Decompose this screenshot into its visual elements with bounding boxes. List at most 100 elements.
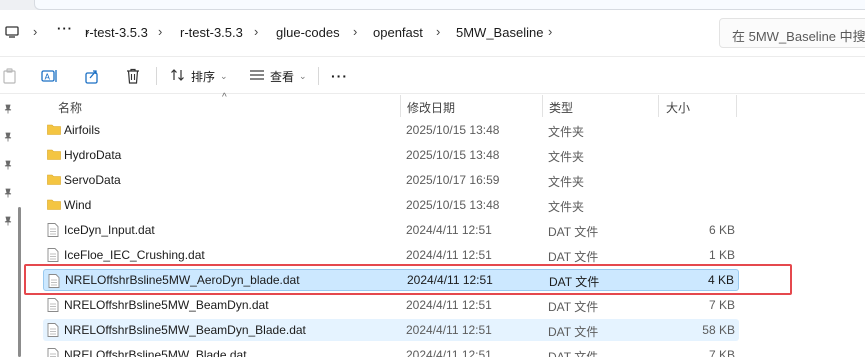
view-icon — [249, 69, 265, 84]
address-bar: › ··· › r-test-3.5.3 › r-test-3.5.3 › gl… — [0, 12, 865, 54]
file-size: 6 KB — [708, 223, 735, 237]
file-size: 58 KB — [702, 323, 735, 337]
chevron-right-icon[interactable]: › — [436, 24, 440, 39]
file-name: ServoData — [64, 173, 121, 187]
breadcrumb-item-1[interactable]: r-test-3.5.3 — [180, 25, 243, 40]
file-name: Wind — [64, 198, 92, 212]
breadcrumb-item-0[interactable]: r-test-3.5.3 — [85, 25, 148, 40]
column-divider[interactable] — [736, 95, 737, 117]
file-type: DAT 文件 — [548, 325, 599, 339]
column-header-name[interactable]: 名称 — [58, 99, 82, 116]
column-header-type[interactable]: 类型 — [549, 99, 573, 116]
tab-strip — [0, 0, 865, 10]
file-size: 1 KB — [708, 248, 735, 262]
rename-icon[interactable]: A — [40, 66, 60, 86]
folder-icon — [47, 173, 61, 187]
list-item[interactable]: HydroData 2025/10/15 13:48 文件夹 — [43, 144, 739, 166]
list-item-hover[interactable]: NRELOffshrBsline5MW_BeamDyn_Blade.dat 20… — [43, 319, 739, 341]
file-modified: 2025/10/15 13:48 — [406, 123, 500, 137]
column-header-modified[interactable]: 修改日期 — [407, 99, 455, 116]
chevron-right-icon[interactable]: › — [548, 24, 552, 39]
breadcrumb-more[interactable]: ··· — [57, 21, 73, 36]
file-size: 4 KB — [707, 273, 734, 287]
folder-icon — [47, 198, 61, 212]
pin-icon[interactable] — [2, 187, 14, 199]
list-item[interactable]: Wind 2025/10/15 13:48 文件夹 — [43, 194, 739, 216]
file-type: 文件夹 — [548, 150, 585, 164]
more-options-button[interactable]: ··· — [331, 64, 348, 88]
chevron-down-icon: ⌄ — [299, 70, 307, 81]
search-input[interactable]: 在 5MW_Baseline 中搜索 — [719, 18, 865, 48]
file-name: NRELOffshrBsline5MW_Blade.dat — [64, 348, 247, 357]
file-name: NRELOffshrBsline5MW_BeamDyn.dat — [64, 298, 269, 312]
list-item[interactable]: ServoData 2025/10/17 16:59 文件夹 — [43, 169, 739, 191]
file-type: DAT 文件 — [549, 275, 600, 289]
column-header-row: ^ 名称 修改日期 类型 大小 — [30, 92, 865, 117]
chevron-right-icon[interactable]: › — [254, 24, 258, 39]
file-modified: 2024/4/11 12:51 — [406, 348, 492, 357]
list-item[interactable]: Airfoils 2025/10/15 13:48 文件夹 — [43, 119, 739, 141]
this-pc-icon[interactable] — [4, 24, 20, 40]
file-modified: 2024/4/11 12:51 — [406, 323, 492, 337]
delete-icon[interactable] — [123, 66, 143, 86]
breadcrumb-item-4[interactable]: 5MW_Baseline — [456, 25, 543, 40]
file-name: IceDyn_Input.dat — [64, 223, 155, 237]
list-item[interactable]: NRELOffshrBsline5MW_Blade.dat 2024/4/11 … — [43, 344, 739, 357]
column-divider[interactable] — [542, 95, 543, 117]
view-button[interactable]: 查看 ⌄ — [249, 64, 307, 88]
pin-icon[interactable] — [2, 159, 14, 171]
file-name: NRELOffshrBsline5MW_BeamDyn_Blade.dat — [64, 323, 306, 337]
file-type: DAT 文件 — [548, 350, 599, 357]
folder-icon — [47, 123, 61, 137]
sort-label: 排序 — [191, 69, 216, 84]
file-modified: 2024/4/11 12:51 — [406, 298, 492, 312]
breadcrumb-item-2[interactable]: glue-codes — [276, 25, 340, 40]
navigation-pane — [0, 95, 16, 357]
file-modified: 2025/10/15 13:48 — [406, 198, 500, 212]
file-name: Airfoils — [64, 123, 101, 137]
document-icon — [47, 248, 61, 262]
column-divider[interactable] — [400, 95, 401, 117]
file-modified: 2025/10/17 16:59 — [406, 173, 500, 187]
file-modified: 2024/4/11 12:51 — [407, 273, 493, 287]
pin-icon[interactable] — [2, 131, 14, 143]
file-name: NRELOffshrBsline5MW_AeroDyn_blade.dat — [65, 273, 300, 287]
file-modified: 2024/4/11 12:51 — [406, 223, 492, 237]
toolbar-divider — [156, 67, 157, 85]
chevron-right-icon[interactable]: › — [33, 24, 37, 39]
svg-text:A: A — [45, 73, 51, 82]
document-icon — [48, 274, 62, 288]
breadcrumb-item-3[interactable]: openfast — [373, 25, 423, 40]
pin-icon[interactable] — [2, 215, 14, 227]
navigation-scrollbar[interactable] — [18, 207, 21, 357]
chevron-down-icon: ⌄ — [220, 70, 228, 81]
share-icon[interactable] — [82, 66, 102, 86]
file-type: DAT 文件 — [548, 300, 599, 314]
paste-icon[interactable] — [0, 66, 20, 86]
list-item[interactable]: NRELOffshrBsline5MW_BeamDyn.dat 2024/4/1… — [43, 294, 739, 316]
file-modified: 2025/10/15 13:48 — [406, 148, 500, 162]
column-divider[interactable] — [658, 95, 659, 117]
list-item[interactable]: IceFloe_IEC_Crushing.dat 2024/4/11 12:51… — [43, 244, 739, 266]
file-type: 文件夹 — [548, 125, 585, 139]
file-size: 7 KB — [708, 348, 735, 357]
list-item[interactable]: IceDyn_Input.dat 2024/4/11 12:51 DAT 文件 … — [43, 219, 739, 241]
chevron-right-icon[interactable]: › — [158, 24, 162, 39]
sort-ascending-icon: ^ — [222, 92, 227, 103]
sort-button[interactable]: 排序 ⌄ — [170, 64, 228, 88]
folder-icon — [47, 148, 61, 162]
sort-icon — [170, 68, 186, 85]
chevron-right-icon[interactable]: › — [353, 24, 357, 39]
toolbar-divider — [318, 67, 319, 85]
document-icon — [47, 223, 61, 237]
document-icon — [47, 323, 61, 337]
list-item-selected[interactable]: NRELOffshrBsline5MW_AeroDyn_blade.dat 20… — [43, 269, 739, 291]
file-name: IceFloe_IEC_Crushing.dat — [64, 248, 205, 262]
file-type: 文件夹 — [548, 200, 585, 214]
document-icon — [47, 348, 61, 357]
file-type: 文件夹 — [548, 175, 585, 189]
command-bar: A 排序 ⌄ 查看 ⌄ ··· — [0, 56, 865, 94]
pin-icon[interactable] — [2, 103, 14, 115]
file-type: DAT 文件 — [548, 250, 599, 264]
column-header-size[interactable]: 大小 — [666, 99, 690, 116]
